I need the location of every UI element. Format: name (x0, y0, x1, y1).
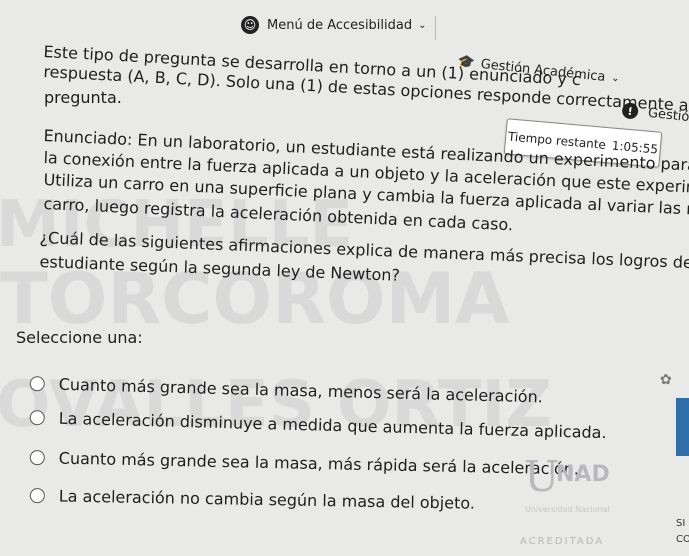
radio-button[interactable] (29, 487, 45, 504)
answer-option-label: Cuanto más grande sea la masa, más rápid… (58, 448, 580, 479)
answer-option-d[interactable]: La aceleración no cambia según la masa d… (29, 486, 476, 513)
unad-logo: U NAD (524, 452, 620, 504)
accessibility-icon: ☺ (241, 16, 259, 34)
answer-option-label: La aceleración no cambia según la masa d… (58, 486, 476, 513)
unad-logo-nad: NAD (556, 462, 610, 487)
radio-button[interactable] (29, 375, 45, 392)
top-navigation-bar: ☺ Menú de Accesibilidad ⌄ (225, 6, 689, 48)
unad-logo-subtitle: Universidad Nacional (525, 505, 610, 514)
instructions-line-3: pregunta. (44, 88, 122, 107)
menu-separator (435, 16, 436, 40)
radio-button[interactable] (29, 449, 45, 466)
corner-text-1: SI (676, 518, 686, 529)
acreditada-label: ACREDITADA (520, 536, 605, 547)
chevron-down-icon: ⌄ (418, 19, 427, 31)
select-label: Seleccione una: (16, 328, 143, 347)
unad-logo-u: U (524, 452, 560, 501)
accessibility-menu[interactable]: ☺ Menú de Accesibilidad ⌄ (241, 16, 427, 34)
chevron-down-icon: ⌄ (610, 72, 621, 84)
help-icon[interactable]: ✿ (660, 372, 672, 388)
corner-text-2: CO (676, 534, 689, 545)
side-panel-tab[interactable] (676, 398, 689, 456)
answer-option-c[interactable]: Cuanto más grande sea la masa, más rápid… (29, 448, 580, 479)
accessibility-menu-label: Menú de Accesibilidad (267, 17, 413, 33)
radio-button[interactable] (29, 409, 45, 426)
